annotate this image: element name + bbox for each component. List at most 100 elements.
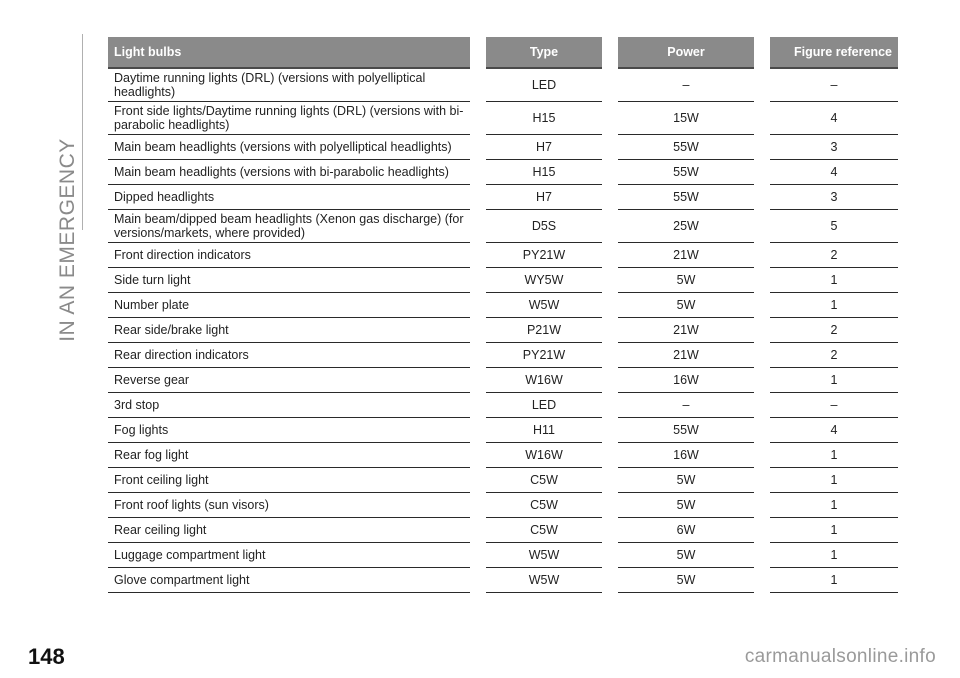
cell-figure-reference: 1	[770, 293, 898, 318]
cell-power: 21W	[618, 343, 754, 368]
cell-type: C5W	[486, 468, 602, 493]
cell-figure-reference: 5	[770, 210, 898, 243]
light-bulbs-table: Light bulbs Type Power Figure reference …	[108, 37, 898, 593]
cell-light-bulb: Reverse gear	[108, 368, 470, 393]
table-row: Dipped headlights H7 55W 3	[108, 185, 898, 210]
table-row: Front ceiling light C5W 5W 1	[108, 468, 898, 493]
cell-type: C5W	[486, 518, 602, 543]
cell-power: 21W	[618, 243, 754, 268]
cell-power: 16W	[618, 368, 754, 393]
cell-type: WY5W	[486, 268, 602, 293]
header-type: Type	[486, 37, 602, 69]
section-title: IN AN EMERGENCY	[56, 138, 79, 342]
cell-power: 55W	[618, 160, 754, 185]
cell-light-bulb: Rear side/brake light	[108, 318, 470, 343]
cell-figure-reference: 1	[770, 518, 898, 543]
cell-figure-reference: 4	[770, 160, 898, 185]
cell-figure-reference: 1	[770, 543, 898, 568]
cell-type: H7	[486, 185, 602, 210]
cell-light-bulb: Main beam headlights (versions with bi-p…	[108, 160, 470, 185]
cell-type: PY21W	[486, 343, 602, 368]
cell-power: 5W	[618, 293, 754, 318]
table-row: Reverse gear W16W 16W 1	[108, 368, 898, 393]
cell-type: LED	[486, 69, 602, 102]
header-figure-reference: Figure reference	[770, 37, 898, 69]
cell-power: 16W	[618, 443, 754, 468]
table-row: Front side lights/Daytime running lights…	[108, 102, 898, 135]
cell-power: 5W	[618, 543, 754, 568]
cell-light-bulb: Main beam headlights (versions with poly…	[108, 135, 470, 160]
cell-figure-reference: 1	[770, 268, 898, 293]
cell-light-bulb: Side turn light	[108, 268, 470, 293]
watermark: carmanualsonline.info	[744, 646, 936, 667]
table-row: Rear direction indicators PY21W 21W 2	[108, 343, 898, 368]
cell-power: 15W	[618, 102, 754, 135]
cell-type: H11	[486, 418, 602, 443]
table-row: Main beam headlights (versions with bi-p…	[108, 160, 898, 185]
cell-type: P21W	[486, 318, 602, 343]
cell-figure-reference: 1	[770, 493, 898, 518]
table-row: Main beam/dipped beam headlights (Xenon …	[108, 210, 898, 243]
cell-light-bulb: 3rd stop	[108, 393, 470, 418]
cell-power: 5W	[618, 568, 754, 593]
cell-figure-reference: 1	[770, 568, 898, 593]
cell-light-bulb: Rear ceiling light	[108, 518, 470, 543]
header-light-bulbs: Light bulbs	[108, 37, 470, 69]
cell-figure-reference: 2	[770, 243, 898, 268]
cell-light-bulb: Front roof lights (sun visors)	[108, 493, 470, 518]
cell-figure-reference: 1	[770, 468, 898, 493]
table-row: Rear ceiling light C5W 6W 1	[108, 518, 898, 543]
cell-light-bulb: Number plate	[108, 293, 470, 318]
cell-figure-reference: –	[770, 69, 898, 102]
cell-figure-reference: 2	[770, 318, 898, 343]
cell-light-bulb: Main beam/dipped beam headlights (Xenon …	[108, 210, 470, 243]
cell-figure-reference: –	[770, 393, 898, 418]
cell-type: W16W	[486, 443, 602, 468]
cell-type: D5S	[486, 210, 602, 243]
cell-light-bulb: Glove compartment light	[108, 568, 470, 593]
cell-light-bulb: Dipped headlights	[108, 185, 470, 210]
cell-light-bulb: Luggage compartment light	[108, 543, 470, 568]
table-header-row: Light bulbs Type Power Figure reference	[108, 37, 898, 69]
cell-power: 55W	[618, 135, 754, 160]
header-power: Power	[618, 37, 754, 69]
table-row: Rear fog light W16W 16W 1	[108, 443, 898, 468]
table-row: Front roof lights (sun visors) C5W 5W 1	[108, 493, 898, 518]
table-row: Rear side/brake light P21W 21W 2	[108, 318, 898, 343]
cell-light-bulb: Front side lights/Daytime running lights…	[108, 102, 470, 135]
cell-type: H15	[486, 102, 602, 135]
cell-figure-reference: 1	[770, 368, 898, 393]
section-divider	[82, 34, 83, 230]
cell-light-bulb: Rear direction indicators	[108, 343, 470, 368]
cell-figure-reference: 3	[770, 135, 898, 160]
cell-figure-reference: 1	[770, 443, 898, 468]
cell-type: H15	[486, 160, 602, 185]
cell-power: 5W	[618, 268, 754, 293]
cell-light-bulb: Fog lights	[108, 418, 470, 443]
table-row: 3rd stop LED – –	[108, 393, 898, 418]
cell-light-bulb: Front direction indicators	[108, 243, 470, 268]
cell-power: 55W	[618, 185, 754, 210]
table-row: Glove compartment light W5W 5W 1	[108, 568, 898, 593]
page-number: 148	[28, 644, 65, 669]
cell-power: –	[618, 393, 754, 418]
table-row: Front direction indicators PY21W 21W 2	[108, 243, 898, 268]
cell-type: C5W	[486, 493, 602, 518]
cell-type: W16W	[486, 368, 602, 393]
table-row: Daytime running lights (DRL) (versions w…	[108, 69, 898, 102]
table-row: Number plate W5W 5W 1	[108, 293, 898, 318]
cell-type: W5W	[486, 293, 602, 318]
cell-light-bulb: Rear fog light	[108, 443, 470, 468]
cell-type: W5W	[486, 568, 602, 593]
cell-type: LED	[486, 393, 602, 418]
cell-figure-reference: 4	[770, 102, 898, 135]
cell-light-bulb: Daytime running lights (DRL) (versions w…	[108, 69, 470, 102]
cell-type: PY21W	[486, 243, 602, 268]
cell-type: W5W	[486, 543, 602, 568]
cell-power: 6W	[618, 518, 754, 543]
cell-power: 5W	[618, 493, 754, 518]
cell-figure-reference: 4	[770, 418, 898, 443]
cell-power: 5W	[618, 468, 754, 493]
table-row: Luggage compartment light W5W 5W 1	[108, 543, 898, 568]
cell-figure-reference: 3	[770, 185, 898, 210]
